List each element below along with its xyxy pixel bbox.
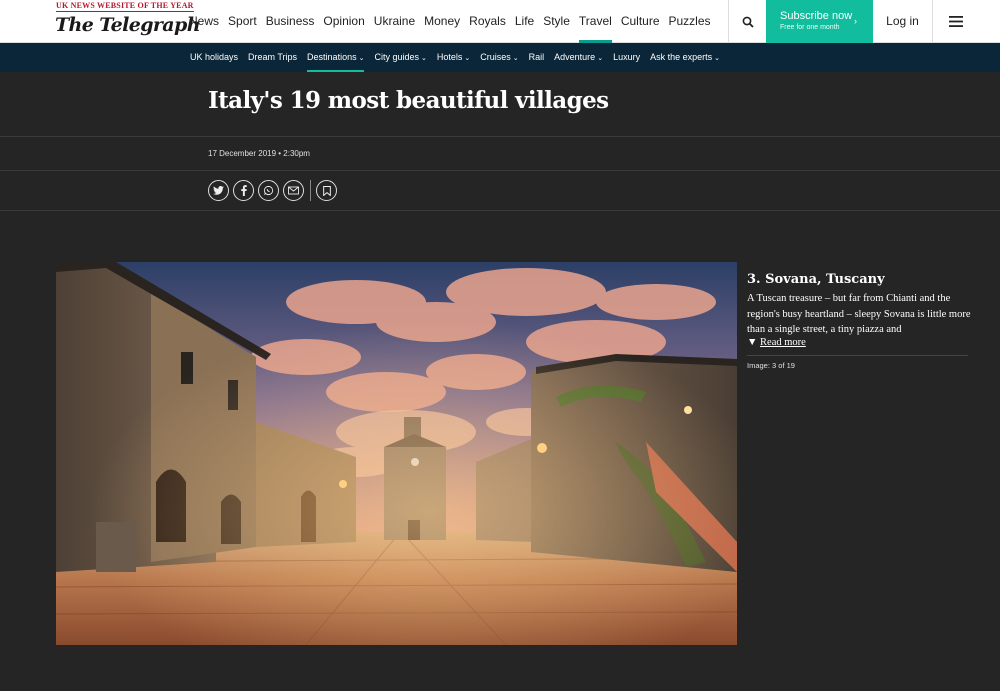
search-button[interactable] <box>728 0 766 43</box>
subscribe-label: Subscribe now <box>780 10 853 22</box>
nav-item-opinion[interactable]: Opinion <box>323 0 364 43</box>
gallery-image-sovana[interactable] <box>56 262 737 645</box>
subnav-item-ask-the-experts[interactable]: Ask the experts ⌄ <box>650 43 720 72</box>
article-headline: Italy's 19 most beautiful villages <box>208 87 609 114</box>
chevron-down-icon: ⌄ <box>597 55 604 62</box>
chevron-down-icon: ⌄ <box>358 55 365 62</box>
subnav-item-city-guides[interactable]: City guides ⌄ <box>374 43 426 72</box>
subnav-item-destinations[interactable]: Destinations ⌄ <box>307 43 365 72</box>
nav-item-news[interactable]: News <box>189 0 219 43</box>
subnav-label: Destinations <box>307 52 357 62</box>
caret-down-icon: ▼ <box>747 337 758 348</box>
chevron-down-icon: ⌄ <box>464 55 471 62</box>
image-counter: Image: 3 of 19 <box>747 361 795 370</box>
share-twitter-button[interactable] <box>208 180 229 201</box>
subnav-item-dream-trips[interactable]: Dream Trips <box>248 43 297 72</box>
divider <box>0 136 1000 137</box>
subnav-label: Dream Trips <box>248 52 298 62</box>
subnav-label: UK holidays <box>190 52 239 62</box>
email-icon <box>288 186 299 195</box>
share-email-button[interactable] <box>283 180 304 201</box>
nav-item-royals[interactable]: Royals <box>469 0 506 43</box>
travel-sub-nav: UK holidays Dream Trips Destinations ⌄ City … <box>0 43 1000 72</box>
divider <box>0 210 1000 211</box>
divider <box>0 170 1000 171</box>
nav-item-ukraine[interactable]: Ukraine <box>374 0 415 43</box>
share-bar <box>208 180 341 201</box>
nav-item-puzzles[interactable]: Puzzles <box>669 0 711 43</box>
subnav-item-luxury[interactable]: Luxury <box>613 43 640 72</box>
nav-item-culture[interactable]: Culture <box>621 0 660 43</box>
sovana-village-photo <box>56 262 737 645</box>
read-more-link[interactable]: ▼ Read more <box>747 337 806 348</box>
menu-button[interactable] <box>933 0 978 43</box>
chevron-down-icon: ⌄ <box>714 55 720 62</box>
top-navigation-bar: UK NEWS WEBSITE OF THE YEAR The Telegrap… <box>0 0 1000 43</box>
share-whatsapp-button[interactable] <box>258 180 279 201</box>
search-icon <box>742 16 754 28</box>
whatsapp-icon <box>263 185 274 196</box>
subnav-label: Luxury <box>613 52 641 62</box>
subnav-label: Rail <box>528 52 545 62</box>
hamburger-menu-icon <box>948 16 963 27</box>
share-separator <box>310 180 311 201</box>
sub-nav-items: UK holidays Dream Trips Destinations ⌄ City … <box>190 43 730 72</box>
subscribe-button[interactable]: Subscribe now Free for one month › <box>766 0 873 43</box>
logo-wordmark: The Telegraph <box>55 14 201 36</box>
nav-item-life[interactable]: Life <box>515 0 534 43</box>
slide-title: 3. Sovana, Tuscany <box>747 272 885 287</box>
facebook-icon <box>240 185 247 196</box>
nav-item-sport[interactable]: Sport <box>228 0 257 43</box>
subnav-label: Cruises <box>480 52 511 62</box>
read-more-label: Read more <box>760 337 806 348</box>
subnav-item-adventure[interactable]: Adventure ⌄ <box>554 43 603 72</box>
login-button[interactable]: Log in <box>873 0 933 43</box>
award-banner: UK NEWS WEBSITE OF THE YEAR <box>56 1 194 12</box>
slide-caption: A Tuscan treasure – but far from Chianti… <box>747 293 971 335</box>
subnav-label: Hotels <box>436 52 463 62</box>
share-facebook-button[interactable] <box>233 180 254 201</box>
subnav-item-rail[interactable]: Rail <box>529 43 545 72</box>
nav-item-travel[interactable]: Travel <box>578 0 612 43</box>
chevron-down-icon: ⌄ <box>512 55 519 62</box>
nav-item-business[interactable]: Business <box>266 0 315 43</box>
caption-divider <box>747 355 968 356</box>
bookmark-icon <box>322 185 331 196</box>
subscribe-sublabel: Free for one month <box>780 24 840 31</box>
chevron-down-icon: ⌄ <box>420 55 427 62</box>
subnav-label: Adventure <box>554 52 596 62</box>
twitter-icon <box>213 186 224 195</box>
publish-date: 17 December 2019 • 2:30pm <box>208 149 310 158</box>
telegraph-logo[interactable]: UK NEWS WEBSITE OF THE YEAR The Telegrap… <box>55 1 201 41</box>
subnav-label: Ask the experts <box>650 52 713 62</box>
subnav-item-hotels[interactable]: Hotels ⌄ <box>437 43 470 72</box>
bookmark-button[interactable] <box>316 180 337 201</box>
subnav-item-cruises[interactable]: Cruises ⌄ <box>480 43 518 72</box>
main-nav: News Sport Business Opinion Ukraine Money Roya… <box>189 0 720 43</box>
chevron-right-icon: › <box>854 16 857 26</box>
subnav-item-uk-holidays[interactable]: UK holidays <box>190 43 238 72</box>
nav-item-money[interactable]: Money <box>424 0 460 43</box>
subnav-label: City guides <box>374 52 419 62</box>
nav-item-style[interactable]: Style <box>543 0 570 43</box>
